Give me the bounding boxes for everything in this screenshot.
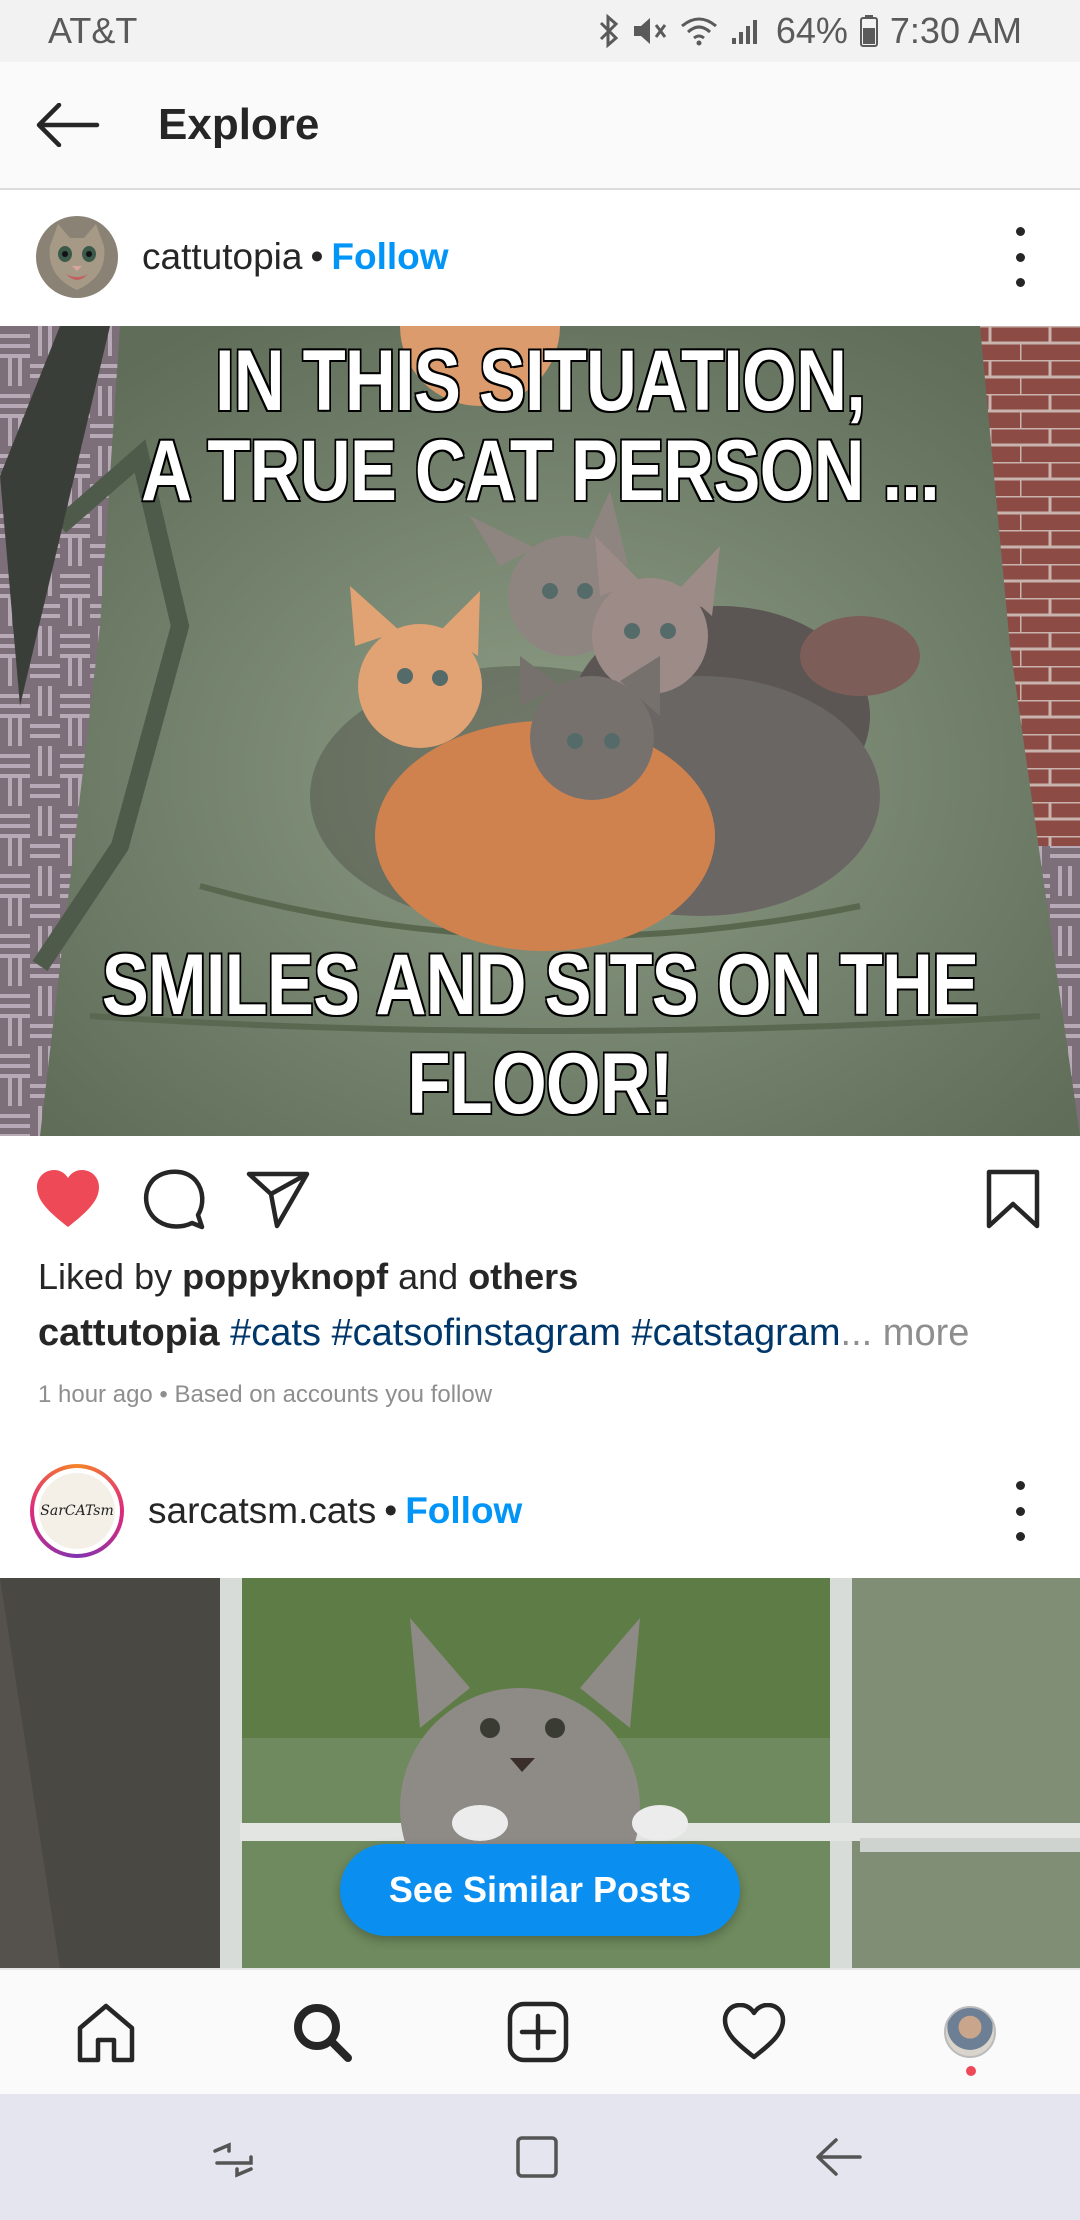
comment-icon	[144, 1169, 205, 1230]
nav-activity[interactable]	[712, 1990, 796, 2074]
separator-dot: •	[384, 1490, 398, 1531]
battery-percent: 64%	[775, 10, 848, 51]
liked-by-others[interactable]: others	[468, 1256, 578, 1297]
meme-caption-bottom: SMILES AND SITS ON THE FLOOR!	[100, 936, 980, 1134]
caption-more-link[interactable]: more	[883, 1312, 970, 1354]
nav-profile[interactable]	[928, 1990, 1012, 2074]
post-timestamp: 1 hour ago • Based on accounts you follo…	[38, 1381, 493, 1408]
recent-apps-button[interactable]	[200, 2124, 266, 2190]
signal-icon	[731, 20, 757, 44]
post-caption: cattutopia #cats #catsofinstagram #catst…	[38, 1312, 969, 1355]
story-ring-avatar[interactable]: SarCATsm	[30, 1464, 124, 1558]
recent-apps-icon	[213, 2142, 253, 2178]
search-icon	[294, 2004, 352, 2062]
post-header: cattutopia • Follow	[0, 190, 1080, 324]
sarcatsm-avatar-text: SarCATsm	[39, 1473, 115, 1549]
bookmark-icon	[986, 1169, 1040, 1229]
home-icon	[77, 2003, 135, 2063]
hashtag[interactable]: #catstagram	[631, 1312, 840, 1354]
app-header: Explore	[0, 62, 1080, 190]
system-nav-bar	[0, 2094, 1080, 2220]
caption-username[interactable]: cattutopia	[38, 1312, 220, 1354]
home-system-button[interactable]	[504, 2124, 570, 2190]
status-icons: 64% 7:30 AM	[598, 10, 1022, 52]
more-options-icon[interactable]	[1008, 227, 1032, 287]
username[interactable]: sarcatsm.cats	[148, 1490, 376, 1532]
clock: 7:30 AM	[889, 10, 1022, 51]
carrier-label: AT&T	[48, 10, 138, 51]
nav-home[interactable]	[64, 1990, 148, 2074]
notification-dot	[966, 2066, 976, 2076]
nav-search[interactable]	[280, 1990, 364, 2074]
liked-by-user[interactable]: poppyknopf	[182, 1256, 388, 1297]
post-header: SarCATsm sarcatsm.cats • Follow	[0, 1444, 1080, 1578]
mute-icon	[633, 18, 667, 44]
save-button[interactable]	[978, 1164, 1048, 1234]
follow-button[interactable]: Follow	[331, 236, 448, 278]
comment-button[interactable]	[139, 1164, 209, 1234]
activity-heart-icon	[722, 2003, 786, 2060]
caption-ellipsis: ...	[840, 1312, 873, 1354]
kitten-avatar-image	[36, 216, 118, 298]
page-title: Explore	[158, 100, 320, 149]
back-button[interactable]	[0, 61, 130, 189]
avatar[interactable]	[36, 216, 118, 298]
post-image[interactable]: IN THIS SITUATION, A TRUE CAT PERSON ...…	[0, 326, 1080, 1136]
share-button[interactable]	[243, 1164, 313, 1234]
hashtag[interactable]: #catsofinstagram	[332, 1312, 621, 1354]
hashtag[interactable]: #cats	[230, 1312, 321, 1354]
back-system-button[interactable]	[806, 2124, 872, 2190]
nav-new-post[interactable]	[496, 1990, 580, 2074]
share-icon	[246, 1171, 310, 1229]
profile-avatar	[944, 2006, 996, 2058]
liked-by-prefix: Liked by	[38, 1256, 173, 1297]
follow-button[interactable]: Follow	[405, 1490, 522, 1532]
meme-caption-top-line1: IN THIS SITUATION,	[214, 332, 867, 431]
bottom-nav	[0, 1968, 1080, 2094]
back-triangle-icon	[816, 2138, 862, 2176]
add-post-icon	[507, 2001, 569, 2063]
post-action-bar	[0, 1140, 1080, 1252]
meme-caption-top-line2: A TRUE CAT PERSON ...	[140, 422, 941, 521]
see-similar-posts-button[interactable]: See Similar Posts	[340, 1844, 740, 1936]
likes-summary[interactable]: Liked by poppyknopf and others	[38, 1256, 578, 1298]
separator-dot: •	[310, 236, 324, 277]
home-square-icon	[516, 2136, 558, 2178]
liked-by-and: and	[398, 1256, 459, 1297]
wifi-icon	[680, 17, 717, 46]
more-options-icon[interactable]	[1008, 1481, 1032, 1541]
username[interactable]: cattutopia	[142, 236, 302, 278]
back-arrow-icon	[36, 103, 100, 147]
like-button[interactable]	[33, 1164, 103, 1234]
battery-icon	[859, 15, 878, 47]
heart-filled-icon	[37, 1170, 99, 1227]
bluetooth-icon	[599, 14, 619, 48]
status-bar: AT&T 64% 7:30 AM	[0, 0, 1080, 62]
